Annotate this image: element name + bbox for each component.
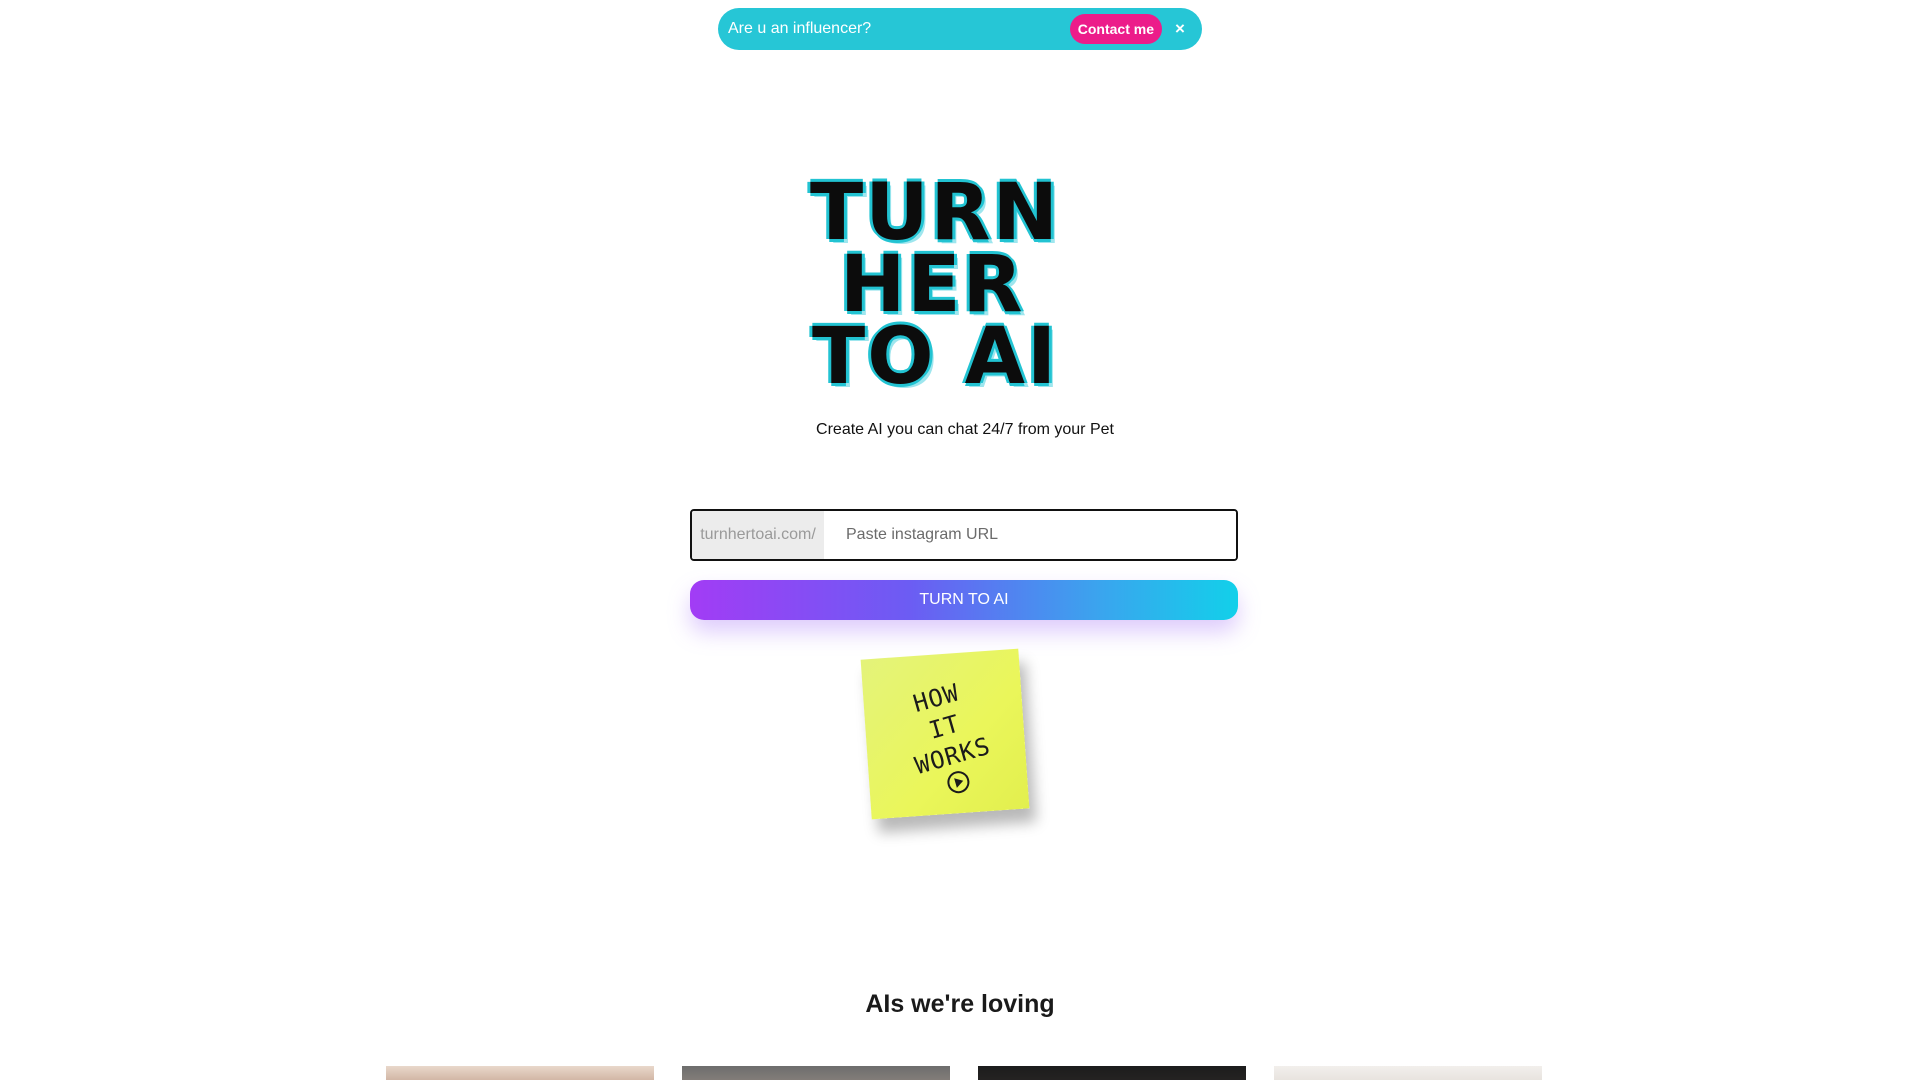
ai-card[interactable] [978, 1066, 1246, 1080]
logo-line-2: HER [840, 240, 1025, 330]
contact-me-button[interactable]: Contact me [1069, 14, 1162, 44]
page: Are u an influencer? Contact me × TURN H… [0, 0, 1920, 1080]
url-prefix: turnhertoai.com/ [692, 511, 824, 559]
logo: TURN HER TO AI [810, 168, 1114, 402]
logo-line-3: TO AI [812, 312, 1059, 402]
url-input-group: turnhertoai.com/ [690, 509, 1238, 561]
turn-to-ai-button[interactable]: TURN TO AI [690, 580, 1238, 620]
play-icon[interactable] [944, 768, 972, 796]
ai-card[interactable] [386, 1066, 654, 1080]
instagram-url-input[interactable] [824, 511, 1236, 559]
how-it-works-label: HOW IT WORKS [879, 669, 1010, 786]
close-icon[interactable]: × [1172, 19, 1188, 39]
hero-tagline: Create AI you can chat 24/7 from your Pe… [816, 421, 1114, 438]
logo-line-1: TURN [810, 168, 1060, 258]
banner-text: Are u an influencer? [728, 20, 872, 37]
ai-card[interactable] [1274, 1066, 1542, 1080]
sticky-note[interactable]: HOW IT WORKS [860, 648, 1030, 820]
featured-title: AIs we're loving [865, 990, 1055, 1018]
influencer-banner: Are u an influencer? Contact me × [718, 8, 1202, 50]
featured-cards [386, 1066, 1542, 1080]
how-it-works-sticky-note[interactable]: HOW IT WORKS [860, 648, 1030, 820]
ai-card[interactable] [682, 1066, 950, 1080]
